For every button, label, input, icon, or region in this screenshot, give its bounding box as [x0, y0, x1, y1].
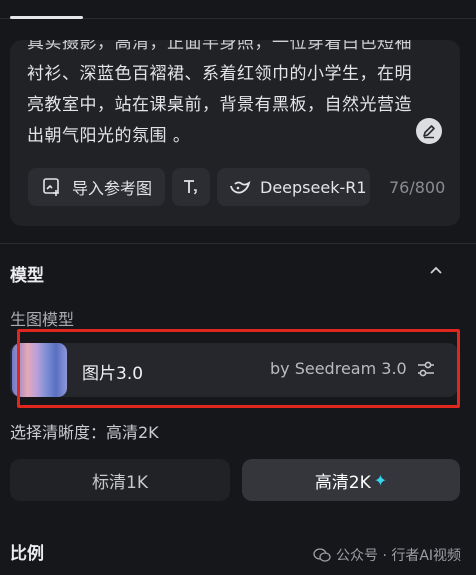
watermark: 公众号 · 行者AI视频: [313, 545, 461, 565]
resolution-1k-button[interactable]: 标清1K: [10, 459, 230, 501]
highlight-annotation: [17, 329, 460, 408]
resolution-label: 选择清晰度：高清2K: [10, 423, 159, 442]
prompt-line: 出朝气阳光的氛围 。: [27, 126, 191, 146]
text-format-button[interactable]: [172, 168, 210, 206]
resolution-2k-label: 高清2K: [314, 472, 371, 493]
text-format-icon: [184, 180, 197, 195]
prompt-line: 亮教室中，站在课桌前，背景有黑板，自然光营造: [27, 95, 412, 115]
import-reference-label: 导入参考图: [72, 179, 153, 198]
char-counter: 76/800: [389, 178, 446, 197]
deepseek-whale-icon: [230, 180, 251, 194]
ratio-section-title: 比例: [10, 544, 44, 564]
chevron-up-icon[interactable]: [429, 265, 443, 275]
import-reference-button[interactable]: 导入参考图: [28, 168, 165, 206]
wechat-icon: [313, 548, 331, 562]
prompt-card[interactable]: 真实摄影，高清，正面半身照，一位穿着白色短袖 衬衫、深蓝色百褶裙、系着红领巾的小…: [10, 40, 460, 226]
rewrite-button[interactable]: [416, 118, 442, 144]
prompt-line: 真实摄影，高清，正面半身照，一位穿着白色短袖: [27, 40, 412, 53]
image-model-label: 生图模型: [10, 310, 75, 329]
section-divider: [0, 243, 476, 244]
resolution-1k-label: 标清1K: [92, 472, 148, 493]
edit-pen-icon: [423, 125, 435, 139]
llm-model-label: Deepseek-R1: [260, 177, 367, 197]
sparkle-icon: ✦: [373, 470, 388, 490]
prompt-line: 衬衫、深蓝色百褶裙、系着红领巾的小学生，在明: [27, 64, 412, 84]
model-section-title: 模型: [10, 266, 44, 286]
llm-model-selector[interactable]: Deepseek-R1: [217, 168, 370, 206]
image-import-icon: [43, 178, 59, 196]
watermark-text: 公众号 · 行者AI视频: [336, 548, 462, 564]
active-tab-indicator: [10, 16, 83, 19]
resolution-2k-button[interactable]: 高清2K ✦: [242, 459, 460, 501]
